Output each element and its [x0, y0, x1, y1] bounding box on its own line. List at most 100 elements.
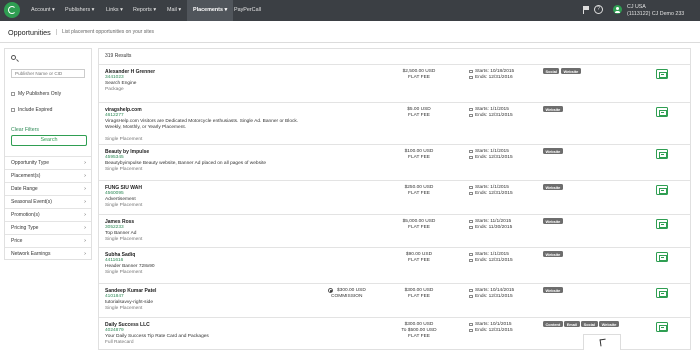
nav-links[interactable]: Links ▾	[106, 0, 123, 21]
add-opportunity-button[interactable]	[656, 69, 668, 79]
start-date: Starts: 1/1/2015	[475, 185, 509, 190]
page-subtitle: List placement opportunities on your sit…	[56, 29, 154, 35]
page-header: Opportunities List placement opportuniti…	[0, 21, 700, 43]
publisher-id[interactable]: 3052233	[105, 225, 124, 230]
filter-price[interactable]: Price ›	[5, 234, 91, 247]
cj-logo-icon[interactable]	[4, 2, 20, 18]
filter-date-range[interactable]: Date Range ›	[5, 182, 91, 195]
placement-type: Single Placement	[105, 137, 143, 142]
tag-list: Website	[543, 218, 564, 225]
price-amount: $300.00 USD	[404, 322, 434, 327]
add-opportunity-button[interactable]	[656, 252, 668, 262]
tag-badge: Website	[543, 251, 563, 257]
publisher-id[interactable]: 4595345	[105, 155, 124, 160]
commission-radio[interactable]	[328, 288, 333, 293]
tag-badge: Website	[543, 184, 563, 190]
publisher-id[interactable]: 4101847	[105, 294, 124, 299]
chevron-right-icon: ›	[84, 212, 86, 218]
placement-type: Single Placement	[105, 306, 143, 311]
clear-filters-link[interactable]: Clear Filters	[11, 127, 39, 133]
calendar-icon	[469, 191, 473, 195]
nav-placements[interactable]: Placements ▾	[187, 0, 234, 21]
end-date: Ends: 12/31/2015	[475, 191, 513, 196]
price-amount: $5.00 USD	[407, 107, 431, 112]
tag-list: Website	[543, 287, 564, 294]
scroll-to-top-widget[interactable]	[583, 334, 621, 350]
tag-list: Social Website	[543, 68, 582, 75]
start-date: Starts: 1/1/2015	[475, 149, 509, 154]
nav-paypercall[interactable]: PayPerCall	[234, 0, 261, 21]
calendar-icon	[469, 69, 473, 73]
filter-pricing-type[interactable]: Pricing Type ›	[5, 221, 91, 234]
add-opportunity-button[interactable]	[656, 185, 668, 195]
placement-description: Header Banner 728x90	[105, 264, 155, 269]
publisher-id[interactable]: 4024879	[105, 328, 124, 333]
nav-reports[interactable]: Reports ▾	[133, 0, 156, 21]
cursor-icon	[599, 338, 607, 347]
price-amount: $300.00 USD	[404, 288, 434, 293]
calendar-icon	[469, 149, 473, 153]
end-date: Ends: 12/31/2016	[475, 75, 513, 80]
search-button[interactable]: Search	[11, 135, 87, 146]
chevron-right-icon: ›	[84, 225, 86, 231]
calendar-icon	[469, 113, 473, 117]
calendar-icon	[469, 258, 473, 262]
placement-description: Search Engine	[105, 81, 137, 86]
publisher-id[interactable]: 4411616	[105, 258, 123, 263]
filter-seasonal-events[interactable]: Seasonal Event(s) ›	[5, 195, 91, 208]
chevron-right-icon: ›	[84, 186, 86, 192]
start-date: Starts: 1/1/2015	[475, 107, 509, 112]
filter-network-earnings[interactable]: Network Earnings ›	[5, 247, 91, 260]
filter-opportunity-type[interactable]: Opportunity Type ›	[5, 156, 91, 169]
placement-type: Single Placement	[105, 167, 143, 172]
add-opportunity-button[interactable]	[656, 322, 668, 332]
nav-account[interactable]: Account ▾	[31, 0, 55, 21]
end-date: Ends: 12/31/2015	[475, 155, 513, 160]
publisher-id[interactable]: 4560095	[105, 191, 124, 196]
placement-description: Beautybyimpulse Beauty website, Banner A…	[105, 161, 267, 166]
publisher-id[interactable]: 4612277	[105, 113, 124, 118]
price-amount: $100.00 USD	[404, 149, 434, 154]
user-avatar-icon[interactable]	[613, 5, 622, 14]
tag-badge: Website	[543, 148, 563, 154]
user-name[interactable]: CJ USA	[627, 4, 646, 10]
tag-list: Content Email Social Website	[543, 321, 620, 328]
placement-description: Your Daily Success Tip Rate Card and Pac…	[105, 334, 209, 339]
add-opportunity-button[interactable]	[656, 288, 668, 298]
publisher-search-input[interactable]	[11, 69, 85, 78]
include-expired-checkbox[interactable]	[11, 108, 15, 112]
placement-description: ViragsHelp.com Visitors are Dedicated Mo…	[105, 119, 299, 130]
price-amount: $2,500.00 USD	[402, 69, 436, 74]
filter-placements[interactable]: Placement(s) ›	[5, 169, 91, 182]
tag-badge: Social	[581, 321, 598, 327]
search-icon	[11, 55, 16, 60]
filter-label: Date Range	[11, 186, 38, 192]
add-opportunity-button[interactable]	[656, 107, 668, 117]
filter-label: Pricing Type	[11, 225, 39, 231]
calendar-icon	[469, 288, 473, 292]
start-date: Starts: 11/1/2015	[475, 219, 512, 224]
flag-icon[interactable]	[583, 6, 589, 14]
filter-label: Opportunity Type	[11, 160, 49, 166]
publisher-id[interactable]: 3441023	[105, 75, 124, 80]
tag-list: Website	[543, 148, 564, 155]
my-publishers-checkbox[interactable]	[11, 92, 15, 96]
price-type: FLAT FEE	[408, 225, 430, 230]
results-count: 319 Results	[105, 53, 132, 59]
placement-description: Advertisement	[105, 197, 136, 202]
add-opportunity-button[interactable]	[656, 219, 668, 229]
end-date: Ends: 11/30/2015	[475, 225, 513, 230]
filter-promotions[interactable]: Promotion(s) ›	[5, 208, 91, 221]
calendar-icon	[469, 225, 473, 229]
result-row: FUNG SIU WAH 4560095 Advertisement Singl…	[99, 180, 690, 214]
calendar-icon	[469, 252, 473, 256]
top-nav: Account ▾ Publishers ▾ Links ▾ Reports ▾…	[0, 0, 700, 21]
nav-publishers[interactable]: Publishers ▾	[65, 0, 94, 21]
chevron-right-icon: ›	[84, 160, 86, 166]
tag-list: Website	[543, 251, 564, 258]
nav-mail[interactable]: Mail ▾	[167, 0, 181, 21]
add-opportunity-button[interactable]	[656, 149, 668, 159]
end-date: Ends: 12/31/2015	[475, 328, 513, 333]
price-type: FLAT FEE	[408, 191, 430, 196]
help-icon[interactable]: ?	[594, 5, 603, 14]
